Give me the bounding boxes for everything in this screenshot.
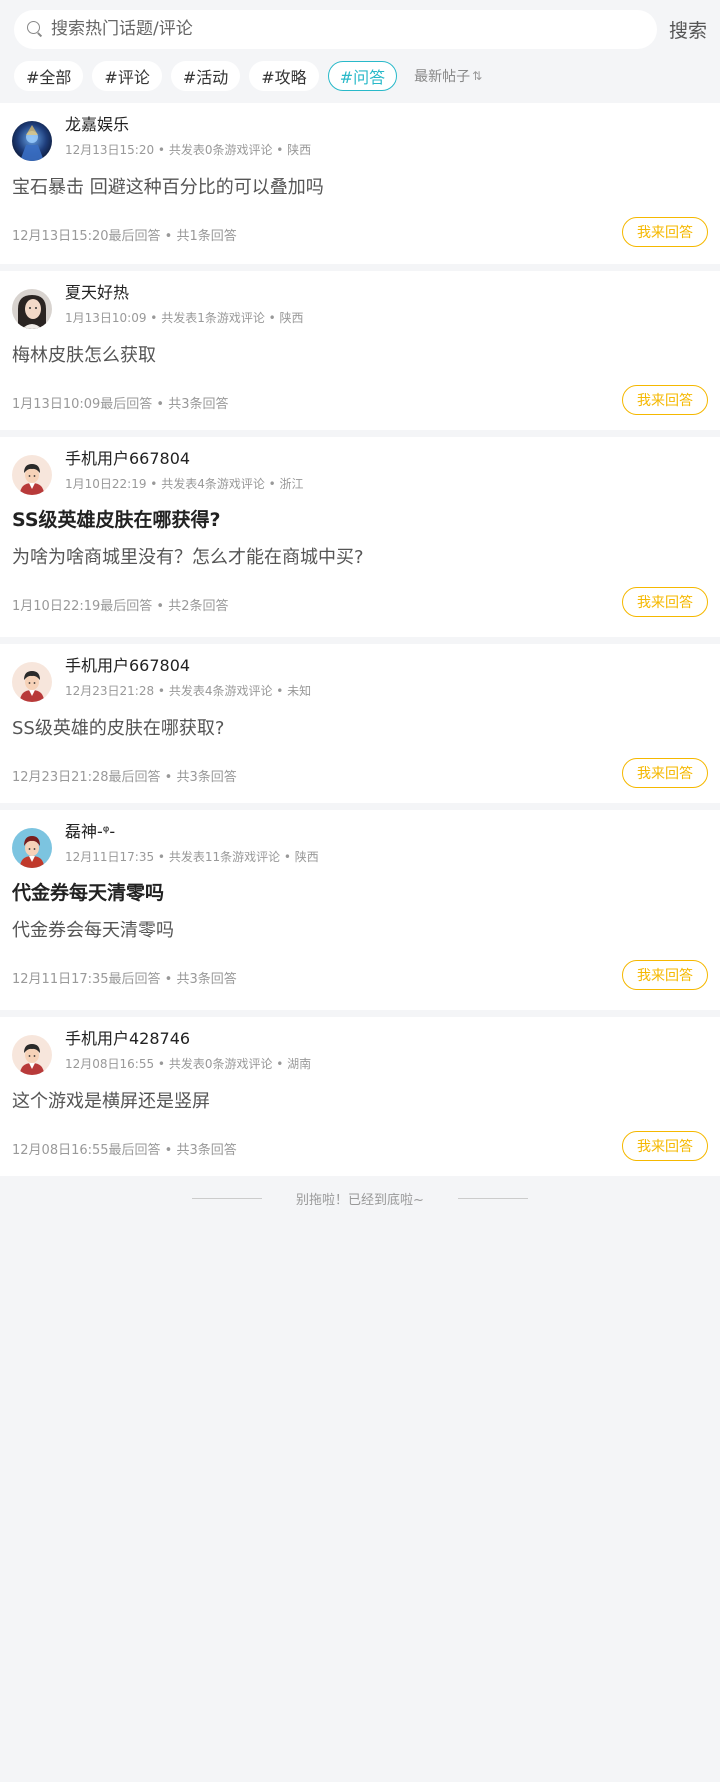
post-body: SS级英雄的皮肤在哪获取? <box>12 718 225 739</box>
avatar[interactable] <box>12 828 52 868</box>
post-meta: 12月23日21:28 • 共发表4条游戏评论 • 未知 <box>65 684 312 698</box>
post-footer-text: 12月11日17:35最后回答 • 共3条回答 <box>12 971 237 987</box>
username[interactable]: 手机用户428746 <box>65 1029 311 1049</box>
post-meta: 1月10日22:19 • 共发表4条游戏评论 • 浙江 <box>65 477 304 491</box>
username[interactable]: 龙嘉娱乐 <box>65 115 311 135</box>
avatar[interactable] <box>12 455 52 495</box>
post-footer: 1月10日22:19最后回答 • 共2条回答 我来回答 <box>12 575 708 633</box>
post-footer-text: 12月13日15:20最后回答 • 共1条回答 <box>12 228 237 244</box>
sort-label: 最新帖子 <box>414 69 471 85</box>
post-card[interactable]: 磊神-ᵠ- 12月11日17:35 • 共发表11条游戏评论 • 陕西 代金券每… <box>0 810 720 1010</box>
post-card[interactable]: 手机用户667804 12月23日21:28 • 共发表4条游戏评论 • 未知 … <box>0 644 720 803</box>
username[interactable]: 夏天好热 <box>65 283 304 303</box>
post-footer: 12月08日16:55最后回答 • 共3条回答 我来回答 <box>12 1119 708 1177</box>
divider-left <box>192 1197 263 1199</box>
tag-guide[interactable]: #攻略 <box>249 61 319 91</box>
post-body: 为啥为啥商城里没有？怎么才能在商城中买? <box>12 547 364 568</box>
post-footer-text: 1月13日10:09最后回答 • 共3条回答 <box>12 396 229 412</box>
post-footer: 12月13日15:20最后回答 • 共1条回答 我来回答 <box>12 205 708 263</box>
post-footer-text: 12月23日21:28最后回答 • 共3条回答 <box>12 769 237 785</box>
post-card[interactable]: 龙嘉娱乐 12月13日15:20 • 共发表0条游戏评论 • 陕西 宝石暴击 回… <box>0 103 720 264</box>
post-meta: 12月11日17:35 • 共发表11条游戏评论 • 陕西 <box>65 850 319 864</box>
avatar[interactable] <box>12 1035 52 1075</box>
sort-arrows-icon: ⇅ <box>472 69 483 83</box>
username[interactable]: 手机用户667804 <box>65 449 304 469</box>
post-user-row: 龙嘉娱乐 12月13日15:20 • 共发表0条游戏评论 • 陕西 <box>12 115 708 165</box>
avatar[interactable] <box>12 662 52 702</box>
post-meta: 12月13日15:20 • 共发表0条游戏评论 • 陕西 <box>65 143 312 157</box>
post-body: 梅林皮肤怎么获取 <box>12 345 156 366</box>
avatar[interactable] <box>12 289 52 329</box>
tag-event[interactable]: #活动 <box>170 61 241 91</box>
post-user-row: 手机用户667804 1月10日22:19 • 共发表4条游戏评论 • 浙江 <box>12 449 708 499</box>
tag-filter-row: #全部 #评论 #活动 #攻略 #问答 最新帖子 ⇅ <box>14 61 720 91</box>
post-footer: 12月23日21:28最后回答 • 共3条回答 我来回答 <box>12 746 708 804</box>
search-icon <box>27 21 43 37</box>
post-title: 代金券每天清零吗 <box>12 882 165 904</box>
post-user-row: 手机用户667804 12月23日21:28 • 共发表4条游戏评论 • 未知 <box>12 656 708 706</box>
tag-all[interactable]: #全部 <box>14 61 84 91</box>
answer-button[interactable]: 我来回答 <box>622 960 708 990</box>
post-body: 代金券会每天清零吗 <box>12 920 174 941</box>
answer-button[interactable]: 我来回答 <box>622 758 708 788</box>
post-title: SS级英雄皮肤在哪获得? <box>12 509 221 531</box>
tag-qa[interactable]: #问答 <box>327 61 398 91</box>
post-footer: 12月11日17:35最后回答 • 共3条回答 我来回答 <box>12 948 708 1006</box>
post-meta: 12月08日16:55 • 共发表0条游戏评论 • 湖南 <box>65 1057 312 1071</box>
post-card[interactable]: 夏天好热 1月13日10:09 • 共发表1条游戏评论 • 陕西 梅林皮肤怎么获… <box>0 271 720 430</box>
post-footer-text: 12月08日16:55最后回答 • 共3条回答 <box>12 1142 237 1158</box>
post-user-row: 磊神-ᵠ- 12月11日17:35 • 共发表11条游戏评论 • 陕西 <box>12 822 708 872</box>
answer-button[interactable]: 我来回答 <box>622 1131 708 1161</box>
post-user-row: 手机用户428746 12月08日16:55 • 共发表0条游戏评论 • 湖南 <box>12 1029 708 1079</box>
post-meta: 1月13日10:09 • 共发表1条游戏评论 • 陕西 <box>65 311 304 325</box>
post-card[interactable]: 手机用户667804 1月10日22:19 • 共发表4条游戏评论 • 浙江 S… <box>0 437 720 637</box>
search-box[interactable] <box>14 9 657 49</box>
post-footer-text: 1月10日22:19最后回答 • 共2条回答 <box>12 598 229 614</box>
post-body: 这个游戏是横屏还是竖屏 <box>12 1091 210 1112</box>
search-row: 搜索 <box>14 9 720 49</box>
avatar[interactable] <box>12 121 52 161</box>
search-button[interactable]: 搜索 <box>669 16 707 43</box>
username[interactable]: 手机用户667804 <box>65 656 311 676</box>
post-card[interactable]: 手机用户428746 12月08日16:55 • 共发表0条游戏评论 • 湖南 … <box>0 1017 720 1176</box>
answer-button[interactable]: 我来回答 <box>622 217 708 247</box>
search-input[interactable] <box>51 19 611 39</box>
sort-button[interactable]: 最新帖子 ⇅ <box>414 66 482 86</box>
divider-right <box>457 1197 528 1199</box>
post-list: 龙嘉娱乐 12月13日15:20 • 共发表0条游戏评论 • 陕西 宝石暴击 回… <box>0 103 720 1176</box>
answer-button[interactable]: 我来回答 <box>622 587 708 617</box>
answer-button[interactable]: 我来回答 <box>622 385 708 415</box>
end-of-list-indicator: 别拖啦！已经到底啦~ <box>0 1176 720 1220</box>
header: 搜索 #全部 #评论 #活动 #攻略 #问答 最新帖子 ⇅ <box>0 0 720 103</box>
end-of-list-text: 别拖啦！已经到底啦~ <box>296 1192 424 1208</box>
post-footer: 1月13日10:09最后回答 • 共3条回答 我来回答 <box>12 373 708 431</box>
tag-comment[interactable]: #评论 <box>92 61 162 91</box>
post-user-row: 夏天好热 1月13日10:09 • 共发表1条游戏评论 • 陕西 <box>12 283 708 333</box>
post-body: 宝石暴击 回避这种百分比的可以叠加吗 <box>12 177 324 198</box>
username[interactable]: 磊神-ᵠ- <box>65 822 319 842</box>
